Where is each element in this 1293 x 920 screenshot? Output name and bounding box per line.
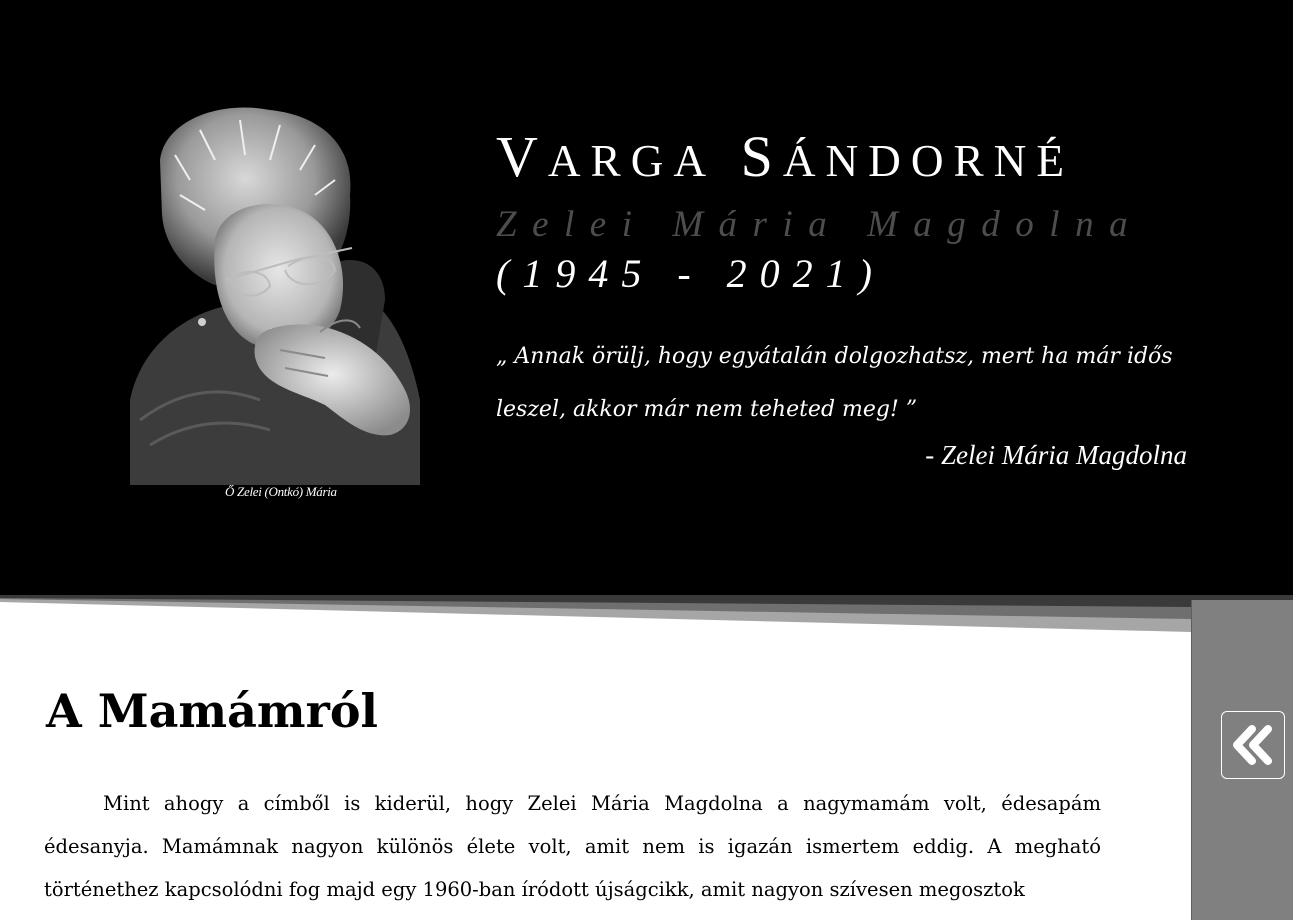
hero-quote: „ Annak örülj, hogy egyátalán dolgozhats…	[496, 344, 1173, 422]
hero-subtitle: Zelei Mária Magdolna	[496, 204, 1144, 245]
portrait-photo	[130, 107, 420, 485]
intro-paragraph: Mint ahogy a címből is kiderül, hogy Zel…	[44, 792, 1101, 901]
quote-author: - Zelei Mária Magdolna	[925, 440, 1187, 470]
sidebar-toggle-button[interactable]	[1221, 711, 1285, 779]
page-hero-title: VARGA SÁNDORNÉ	[496, 124, 1074, 189]
photo-caption: Ő Zelei (Ontkó) Mária	[225, 484, 337, 499]
life-years: (1945 - 2021)	[496, 251, 885, 296]
section-heading: A Mamámról	[46, 684, 378, 738]
hero-banner: Ő Zelei (Ontkó) Mária VARGA SÁNDORNÉ Zel…	[0, 0, 1293, 600]
hero-divider	[0, 595, 1293, 637]
double-chevron-left-icon	[1233, 725, 1272, 765]
